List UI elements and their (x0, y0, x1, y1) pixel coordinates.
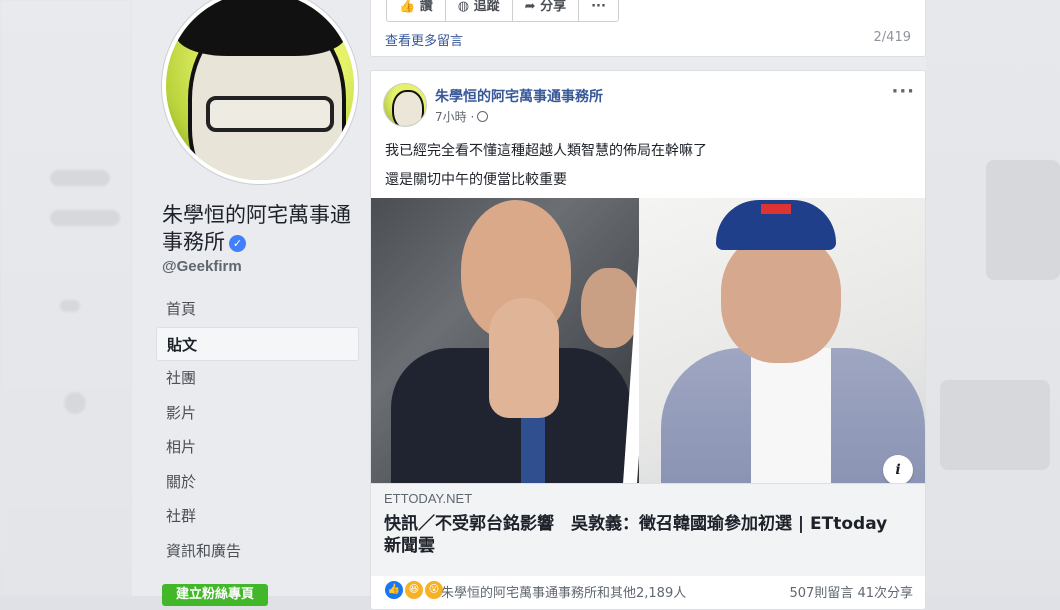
nav-item-info-ads[interactable]: 資訊和廣告 (156, 534, 359, 569)
glasses-illustration (206, 96, 334, 132)
view-more-comments-link[interactable]: 查看更多留言 (385, 30, 463, 49)
verified-badge-icon: ✓ (229, 235, 246, 252)
post-body: 我已經完全看不懂這種超越人類智慧的佈局在幹嘛了 還是關切中午的便當比較重要 (385, 137, 707, 195)
page-title[interactable]: 朱學恒的阿宅萬事通事務所 ✓ (162, 202, 362, 256)
blurred-element (64, 392, 86, 414)
shirt-shape (751, 348, 831, 483)
thumbs-up-icon: 👍 (399, 0, 416, 14)
reactors-summary[interactable]: 朱學恒的阿宅萬事通事務所和其他2,189人 (441, 582, 686, 601)
person-head-shape (721, 233, 841, 363)
follow-label: 追蹤 (473, 0, 500, 14)
avatar-face-illustration (392, 90, 424, 126)
blurred-element (50, 170, 110, 186)
post-author-name[interactable]: 朱學恒的阿宅萬事通事務所 (435, 86, 603, 106)
reaction-icons[interactable]: 👍 😆 😮 (383, 579, 445, 601)
post-timestamp[interactable]: 7小時 · (435, 108, 489, 125)
link-preview[interactable]: ETTODAY.NET 快訊／不受郭台銘影響 吳敦義：徵召韓國瑜參加初選 | E… (371, 483, 925, 576)
profile-illustration (166, 0, 354, 180)
nav-item-photos[interactable]: 相片 (156, 430, 359, 465)
share-arrow-icon: ➦ (524, 0, 536, 14)
nav-item-home[interactable]: 首頁 (156, 292, 359, 327)
link-domain: ETTODAY.NET (384, 491, 473, 506)
cap-logo-shape (761, 204, 791, 214)
background-left (0, 0, 132, 596)
image-left-photo (371, 198, 651, 483)
nav-item-videos[interactable]: 影片 (156, 396, 359, 431)
create-page-button[interactable]: 建立粉絲專頁 (162, 584, 268, 606)
more-options-button[interactable]: ··· (579, 0, 618, 21)
link-preview-image[interactable]: i (371, 198, 925, 483)
globe-icon (477, 111, 489, 122)
background-right (926, 0, 1060, 596)
like-page-button[interactable]: 👍 讚 (387, 0, 446, 21)
left-column: 朱學恒的阿宅萬事通事務所 ✓ @Geekfirm 首頁 貼文 社團 影片 相片 關… (132, 0, 368, 606)
like-page-label: 讚 (419, 0, 433, 14)
post-options-button[interactable]: ··· (891, 81, 915, 102)
facebook-page: 朱學恒的阿宅萬事通事務所 ✓ @Geekfirm 首頁 貼文 社團 影片 相片 關… (132, 0, 926, 610)
comments-shares-count[interactable]: 507則留言 41次分享 (790, 582, 914, 601)
comment-pagination-count: 2/419 (873, 30, 911, 45)
nav-item-about[interactable]: 關於 (156, 465, 359, 500)
page-handle[interactable]: @Geekfirm (162, 258, 242, 275)
like-reaction-icon: 👍 (383, 579, 405, 601)
info-icon[interactable]: i (883, 455, 913, 483)
hair-illustration (176, 0, 346, 56)
share-page-button[interactable]: ➦ 分享 (513, 0, 580, 21)
haha-reaction-icon: 😆 (403, 579, 425, 601)
blurred-element (940, 380, 1050, 470)
page-title-text[interactable]: 朱學恒的阿宅萬事通事務所 (162, 203, 351, 254)
post-card: 朱學恒的阿宅萬事通事務所 7小時 · ··· 我已經完全看不懂這種超越人類智慧的… (370, 70, 926, 610)
blurred-element (986, 160, 1060, 280)
previous-post-footer: 👍 讚 ◍ 追蹤 ➦ 分享 ··· 查看更多留言 2/419 (370, 0, 926, 57)
share-label: 分享 (540, 0, 567, 14)
post-text-line: 我已經完全看不懂這種超越人類智慧的佈局在幹嘛了 (385, 143, 707, 159)
post-time-text[interactable]: 7小時 · (435, 110, 474, 124)
link-title[interactable]: 快訊／不受郭台銘影響 吳敦義：徵召韓國瑜參加初選 | ETtoday新聞雲 (384, 513, 904, 557)
blurred-element (60, 300, 80, 312)
page-action-bar: 👍 讚 ◍ 追蹤 ➦ 分享 ··· (386, 0, 619, 22)
post-author-avatar[interactable] (383, 83, 427, 127)
background-person (581, 268, 639, 348)
nav-item-posts[interactable]: 貼文 (156, 326, 359, 361)
blurred-element (50, 210, 120, 226)
nav-item-community[interactable]: 社群 (156, 499, 359, 534)
post-text-line: 還是關切中午的便當比較重要 (385, 172, 567, 188)
follow-button[interactable]: ◍ 追蹤 (446, 0, 513, 21)
post-stats: 👍 😆 😮 朱學恒的阿宅萬事通事務所和其他2,189人 507則留言 41次分享 (371, 577, 925, 607)
clasped-hands-shape (489, 298, 559, 418)
profile-picture[interactable] (162, 0, 358, 184)
rss-icon: ◍ (457, 0, 470, 14)
nav-item-groups[interactable]: 社團 (156, 361, 359, 396)
page-nav: 首頁 貼文 社團 影片 相片 關於 社群 資訊和廣告 (156, 292, 359, 568)
